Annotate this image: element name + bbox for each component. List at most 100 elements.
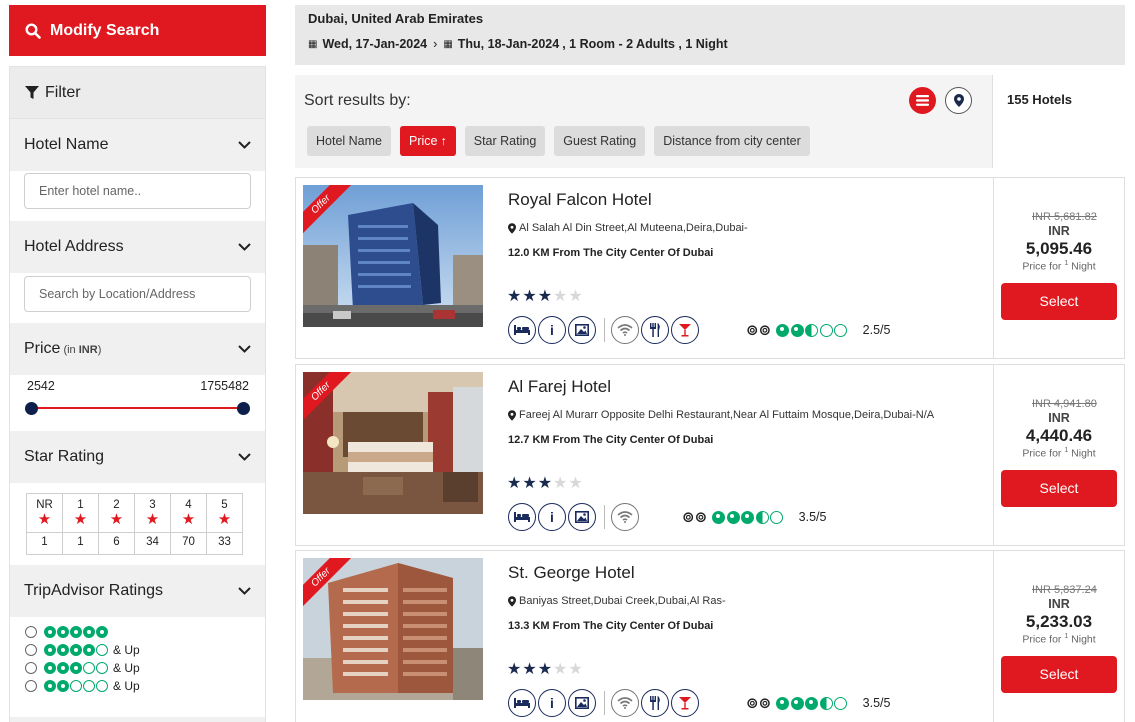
sort-price-button[interactable]: Price ↑ <box>400 126 456 156</box>
tripadvisor-option[interactable]: & Up <box>10 659 265 677</box>
hotel-address: Fareej Al Murarr Opposite Delhi Restaura… <box>508 409 934 421</box>
bed-icon[interactable] <box>508 503 536 531</box>
rating-bubble-icon <box>805 696 819 710</box>
tripadvisor-option[interactable]: & Up <box>10 641 265 659</box>
price-slider-min-handle[interactable] <box>25 402 38 415</box>
star-rating-body: NR ★ 1 1 ★ 1 2 ★ 6 3 ★ 34 4 ★ 70 5 ★ 33 <box>10 483 265 565</box>
star-filter-1[interactable]: 1 ★ 1 <box>63 494 99 554</box>
select-hotel-button[interactable]: Select <box>1001 469 1117 507</box>
star-icon: ★ <box>181 511 196 528</box>
star-filter-5[interactable]: 5 ★ 33 <box>207 494 242 554</box>
restaurant-icon[interactable] <box>641 689 669 717</box>
bed-icon[interactable] <box>508 689 536 717</box>
price-panel: INR 5,681.82 INR 5,095.46 Price for 1 Night… <box>993 178 1124 358</box>
star-filter-2[interactable]: 2 ★ 6 <box>99 494 135 554</box>
hotel-address-input[interactable] <box>24 276 251 312</box>
price-currency: INR <box>1048 597 1070 611</box>
tripadvisor-owl-icon: ⊚⊚ <box>746 695 772 712</box>
star-rating-toggle[interactable]: Star Rating <box>10 431 265 483</box>
chevron-down-icon <box>238 587 251 595</box>
tripadvisor-toggle[interactable]: TripAdvisor Ratings <box>10 565 265 617</box>
map-pin-icon <box>508 409 516 421</box>
info-icon[interactable]: i <box>538 503 566 531</box>
hotel-name-link[interactable]: Al Farej Hotel <box>508 377 611 397</box>
sort-guest-rating-button[interactable]: Guest Rating <box>554 126 646 156</box>
rating-bubble-icon <box>790 323 804 337</box>
hotel-distance: 12.0 KM From The City Center Of Dubai <box>508 247 714 259</box>
wifi-icon[interactable] <box>611 316 639 344</box>
info-icon[interactable]: i <box>538 689 566 717</box>
wifi-icon[interactable] <box>611 689 639 717</box>
checkin-date: Wed, 17-Jan-2024 <box>322 37 428 51</box>
star-icon: ★ <box>537 288 554 305</box>
price-currency: INR <box>1048 224 1070 238</box>
tripadvisor-title: TripAdvisor Ratings <box>24 582 164 599</box>
tripadvisor-score: 2.5/5 <box>862 323 891 337</box>
star-icon: ★ <box>522 288 538 305</box>
price-slider[interactable] <box>25 397 250 421</box>
price-panel: INR 5,837.24 INR 5,233.03 Price for 1 Night… <box>993 551 1124 722</box>
tripadvisor-option-suffix: & Up <box>113 643 140 657</box>
wifi-icon[interactable] <box>611 503 639 531</box>
star-icon: ★ <box>522 475 538 492</box>
rating-bubble-icon <box>834 323 848 337</box>
rating-bubble-icon <box>96 662 108 674</box>
hotel-address-toggle[interactable]: Hotel Address <box>10 221 265 273</box>
rating-bubble-icon <box>712 510 726 524</box>
star-filter-label: 4 <box>185 499 192 511</box>
star-icon: ★ <box>145 511 160 528</box>
tripadvisor-option[interactable]: & Up <box>10 677 265 695</box>
gallery-icon[interactable] <box>568 316 596 344</box>
star-filter-3[interactable]: 3 ★ 34 <box>135 494 171 554</box>
hotel-photo[interactable]: Offer <box>303 558 483 700</box>
star-icon: ★ <box>109 511 124 528</box>
bar-icon[interactable] <box>671 689 699 717</box>
tripadvisor-score: 3.5/5 <box>798 510 827 524</box>
price-amount: 4,440.46 <box>1025 426 1093 445</box>
star-filter-nr[interactable]: NR ★ 1 <box>27 494 63 554</box>
hotel-distance: 12.7 KM From The City Center Of Dubai <box>508 434 714 446</box>
rating-bubble-icon <box>776 323 790 337</box>
tripadvisor-score: 3.5/5 <box>862 696 891 710</box>
hotel-name-toggle[interactable]: Hotel Name <box>10 119 265 171</box>
hotel-photo[interactable]: Offer <box>303 185 483 327</box>
list-view-button[interactable] <box>909 87 936 114</box>
price-slider-max-handle[interactable] <box>237 402 250 415</box>
select-hotel-button[interactable]: Select <box>1001 655 1117 693</box>
modify-search-button[interactable]: Modify Search <box>9 5 266 56</box>
bed-icon[interactable] <box>508 316 536 344</box>
sort-hotel-name-button[interactable]: Hotel Name <box>307 126 391 156</box>
hotel-photo[interactable]: Offer <box>303 372 483 514</box>
hotel-name-link[interactable]: St. George Hotel <box>508 563 635 583</box>
star-filter-4[interactable]: 4 ★ 70 <box>171 494 207 554</box>
hotel-name-title: Hotel Name <box>24 136 109 153</box>
select-hotel-button[interactable]: Select <box>1001 282 1117 320</box>
hotel-name-input[interactable] <box>24 173 251 209</box>
sort-star-rating-button[interactable]: Star Rating <box>464 126 546 156</box>
radio-button[interactable] <box>25 662 37 674</box>
radio-button[interactable] <box>25 680 37 692</box>
map-view-button[interactable] <box>945 87 972 114</box>
rating-bubble-icon <box>44 680 56 692</box>
price-toggle[interactable]: Price (in INR) <box>10 323 265 375</box>
sort-distance-button[interactable]: Distance from city center <box>654 126 810 156</box>
bar-icon[interactable] <box>671 316 699 344</box>
gallery-icon[interactable] <box>568 689 596 717</box>
radio-button[interactable] <box>25 626 37 638</box>
tripadvisor-option[interactable] <box>10 623 265 641</box>
info-icon[interactable]: i <box>538 316 566 344</box>
filter-header: Filter <box>10 67 265 119</box>
chevron-down-icon <box>238 141 251 149</box>
star-icon: ★ <box>568 661 584 678</box>
star-icon: ★ <box>553 661 569 678</box>
star-icon: ★ <box>537 661 554 678</box>
rating-bubble-icon <box>44 626 56 638</box>
rating-bubble-icon <box>70 662 82 674</box>
hotel-name-link[interactable]: Royal Falcon Hotel <box>508 190 652 210</box>
price-slider-track <box>31 407 244 409</box>
hotel-address-section: Hotel Address <box>10 221 265 323</box>
restaurant-icon[interactable] <box>641 316 669 344</box>
tripadvisor-section: TripAdvisor Ratings & Up & Up & Up <box>10 565 265 717</box>
radio-button[interactable] <box>25 644 37 656</box>
gallery-icon[interactable] <box>568 503 596 531</box>
